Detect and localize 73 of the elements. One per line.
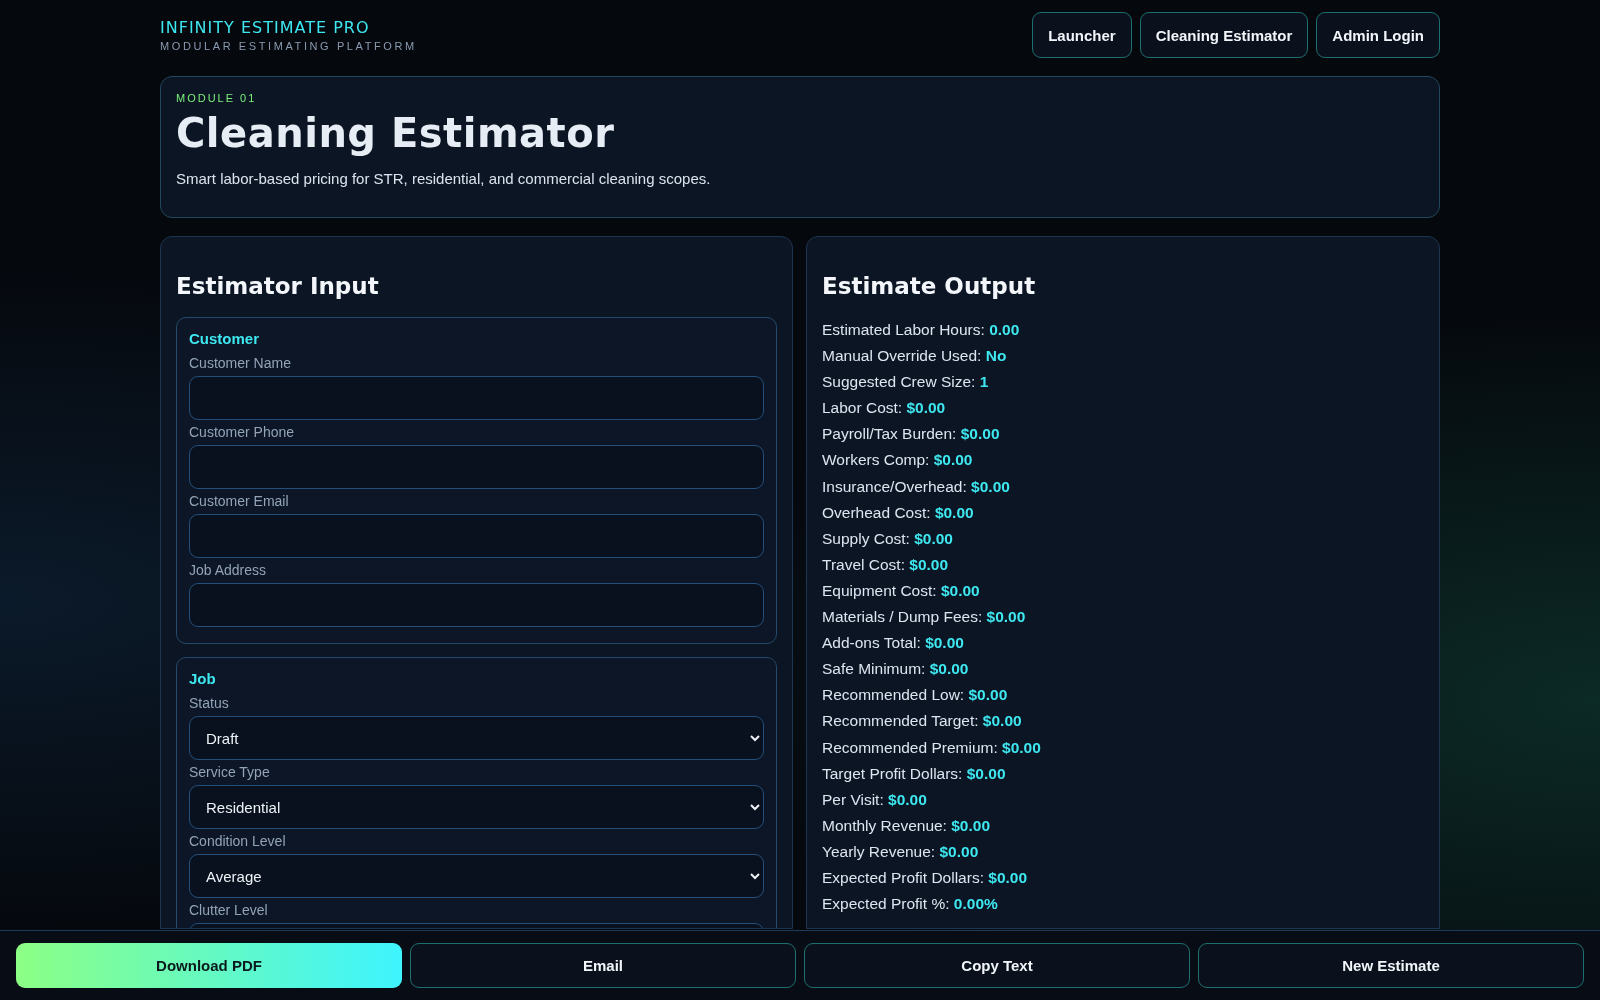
output-value: $0.00 — [888, 790, 927, 808]
output-label: Expected Profit %: — [822, 895, 950, 913]
output-label: Materials / Dump Fees: — [822, 608, 983, 626]
output-label: Safe Minimum: — [822, 660, 926, 678]
output-value: $0.00 — [914, 529, 953, 547]
output-label: Supply Cost: — [822, 529, 910, 547]
section-title: Job — [189, 670, 216, 687]
output-label: Yearly Revenue: — [822, 842, 936, 860]
output-label: Travel Cost: — [822, 555, 905, 573]
output-value: $0.00 — [933, 451, 973, 469]
nav-button[interactable]: Launcher — [1032, 12, 1132, 58]
output-value: $0.00 — [1002, 738, 1041, 756]
output-value: $0.00 — [966, 764, 1006, 782]
action-button[interactable]: Copy Text — [804, 943, 1190, 988]
brand-subtitle: MODULAR ESTIMATING PLATFORM — [160, 40, 417, 52]
module-label: MODULE 01 — [176, 92, 258, 104]
output-label: Insurance/Overhead: — [822, 477, 967, 495]
output-value: $0.00 — [906, 399, 946, 417]
output-label: Monthly Revenue: — [822, 816, 947, 834]
output-value: $0.00 — [925, 634, 964, 652]
output-label: Target Profit Dollars: — [822, 764, 963, 782]
output-label: Overhead Cost: — [822, 503, 931, 521]
output-label: Manual Override Used: — [822, 347, 982, 365]
nav-button[interactable]: Cleaning Estimator — [1139, 12, 1309, 58]
output-value: $0.00 — [988, 868, 1028, 886]
output-value: 0.00 — [989, 321, 1020, 338]
output-value: $0.00 — [968, 686, 1008, 704]
output-label: Payroll/Tax Burden: — [822, 425, 957, 443]
action-button[interactable]: Download PDF — [16, 943, 402, 988]
page-description: Smart labor-based pricing for STR, residential, and commercial cleaning scopes. — [176, 170, 712, 187]
output-value: $0.00 — [939, 842, 979, 860]
output-label: Per Visit: — [822, 790, 884, 808]
brand-title: INFINITY ESTIMATE PRO — [160, 18, 371, 37]
output-value: No — [985, 347, 1007, 365]
output-value: $0.00 — [909, 555, 949, 573]
output-label: Labor Cost: — [822, 399, 903, 417]
output-value: $0.00 — [951, 816, 991, 834]
output-value: $0.00 — [986, 608, 1026, 626]
output-label: Add-ons Total: — [822, 634, 921, 652]
field-label: Customer Name — [189, 355, 291, 371]
dropdown-field[interactable]: Residential — [189, 785, 764, 829]
page-title: Cleaning Estimator — [176, 110, 616, 156]
panel-title: Estimate Output — [822, 273, 1036, 299]
field-label: Customer Email — [189, 493, 289, 509]
field-label: Job Address — [189, 562, 267, 578]
action-button[interactable]: Email — [410, 943, 796, 988]
output-value: $0.00 — [934, 503, 974, 521]
dropdown-field[interactable]: Average — [189, 854, 764, 898]
output-label: Recommended Premium: — [822, 738, 998, 756]
output-label: Estimated Labor Hours: — [822, 321, 985, 338]
dropdown-field[interactable]: Draft — [189, 716, 764, 760]
output-label: Expected Profit Dollars: — [822, 868, 984, 886]
field-label: Service Type — [189, 764, 270, 780]
output-label: Workers Comp: — [822, 451, 930, 469]
action-button[interactable]: New Estimate — [1198, 943, 1584, 988]
field-label: Clutter Level — [189, 902, 268, 918]
field-label: Condition Level — [189, 833, 286, 849]
output-label: Recommended Low: — [822, 686, 965, 704]
field-label: Customer Phone — [189, 424, 295, 440]
field-label: Status — [189, 695, 229, 711]
output-label: Equipment Cost: — [822, 581, 937, 599]
panel-title: Estimator Input — [176, 273, 379, 299]
output-value: $0.00 — [940, 581, 980, 599]
output-label: Suggested Crew Size: — [822, 373, 976, 391]
output-value: $0.00 — [971, 477, 1010, 495]
output-value: 1 — [979, 373, 989, 391]
output-value: $0.00 — [982, 712, 1022, 730]
output-value: $0.00 — [929, 660, 969, 678]
output-value: 0.00% — [953, 895, 998, 913]
output-value: $0.00 — [960, 425, 1000, 443]
nav-button[interactable]: Admin Login — [1316, 12, 1440, 58]
section-title: Customer — [189, 330, 259, 347]
output-label: Recommended Target: — [822, 712, 979, 730]
